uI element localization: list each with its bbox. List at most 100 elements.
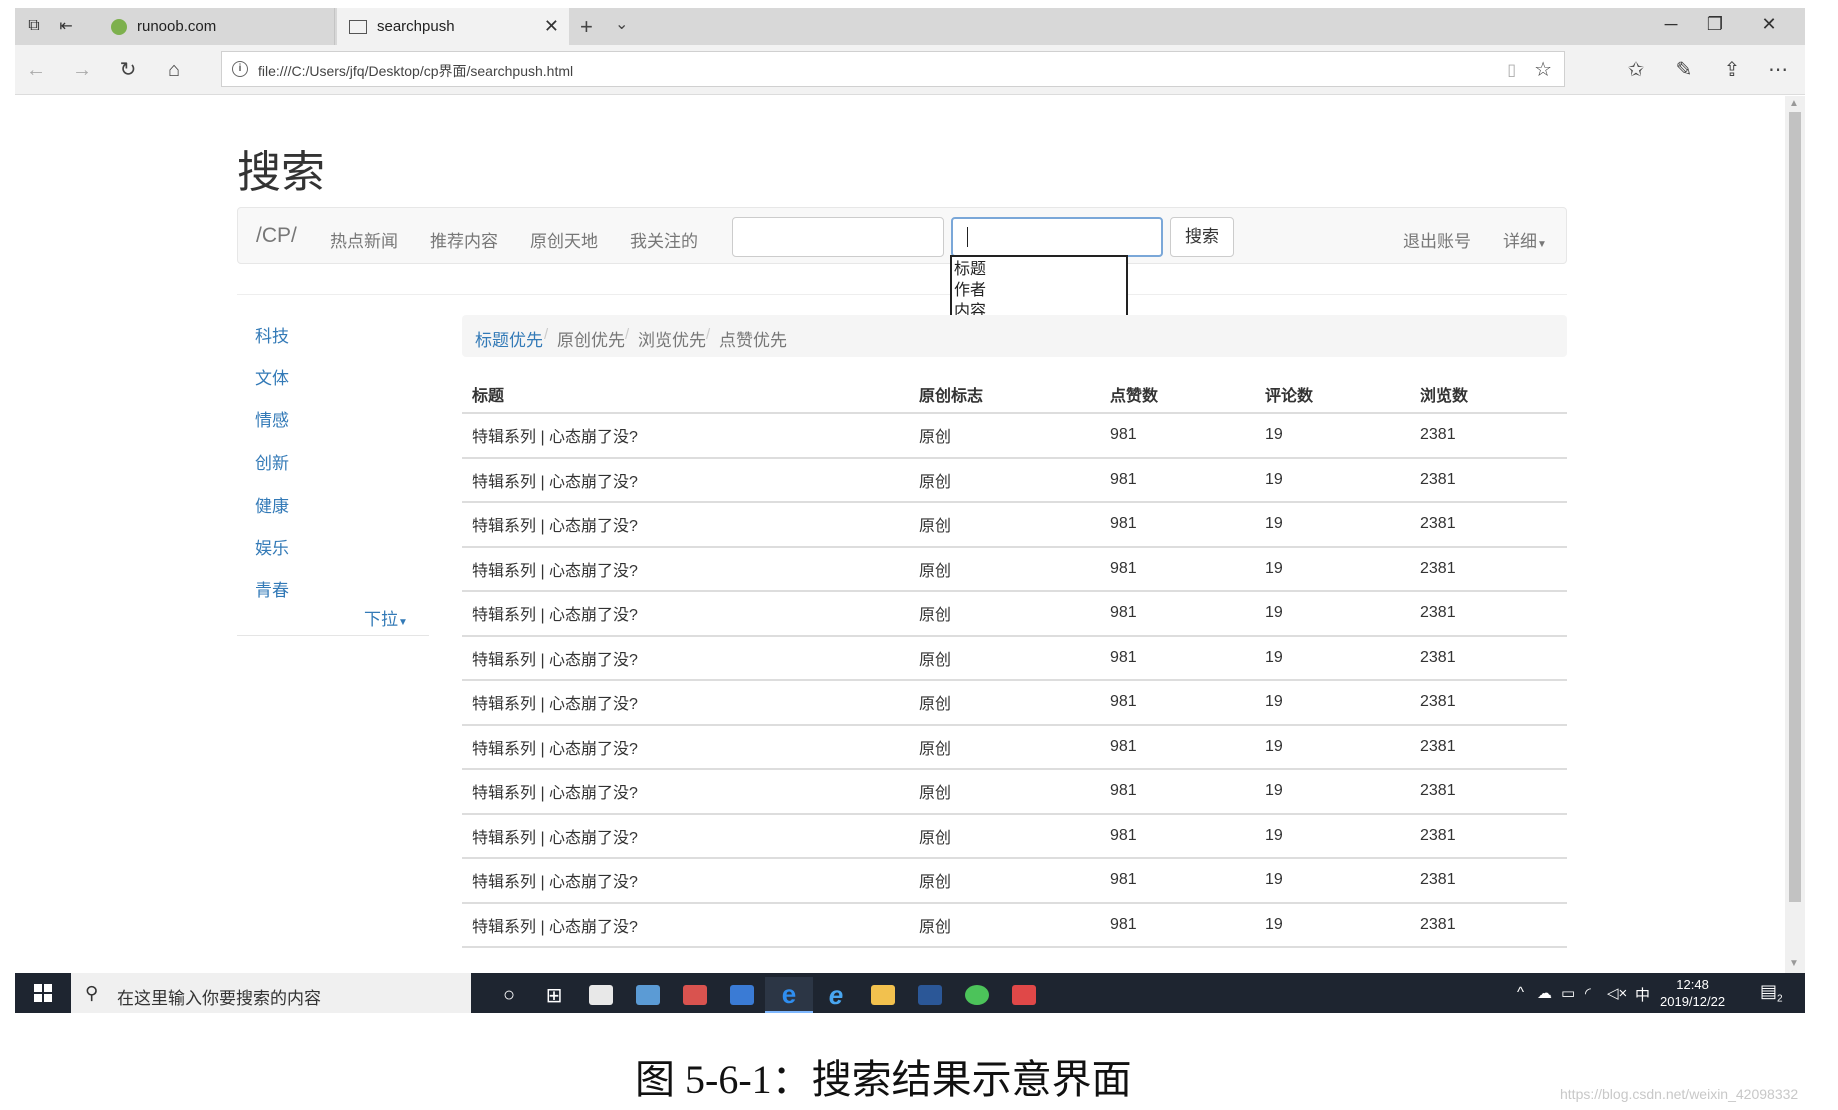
table-row[interactable]: 特辑系列 | 心态崩了没? 原创 981 19 2381 xyxy=(462,635,1567,681)
category-sports[interactable]: 文体 xyxy=(255,364,289,389)
maximize-icon[interactable]: ❐ xyxy=(1695,14,1735,35)
table-row[interactable]: 特辑系列 | 心态崩了没? 原创 981 19 2381 xyxy=(462,813,1567,859)
tab-preview-icon[interactable]: ⧉ xyxy=(23,15,45,37)
home-icon[interactable]: ⌂ xyxy=(161,57,187,83)
table-cell: 2381 xyxy=(1410,457,1567,503)
refresh-icon[interactable]: ↻ xyxy=(115,57,141,83)
word-icon[interactable] xyxy=(906,977,954,1013)
favorites-icon[interactable]: ✩ xyxy=(1623,57,1649,83)
table-row[interactable]: 特辑系列 | 心态崩了没? 原创 981 19 2381 xyxy=(462,769,1567,815)
nav-link-recommended[interactable]: 推荐内容 xyxy=(430,227,498,252)
new-tab-icon[interactable]: + xyxy=(580,14,593,40)
table-cell: 19 xyxy=(1255,591,1410,637)
tab-runoob[interactable]: runoob.com xyxy=(97,8,335,45)
nav-link-hot-news[interactable]: 热点新闻 xyxy=(330,227,398,252)
wechat-icon[interactable] xyxy=(953,977,1001,1013)
table-cell: 特辑系列 | 心态崩了没? xyxy=(462,902,909,948)
table-cell: 原创 xyxy=(909,591,1100,637)
taskbar-clock[interactable]: 12:48 2019/12/22 xyxy=(1660,976,1725,1010)
table-row[interactable]: 特辑系列 | 心态崩了没? 原创 981 19 2381 xyxy=(462,591,1567,637)
sort-title-first[interactable]: 标题优先 xyxy=(475,326,543,351)
close-window-icon[interactable]: ✕ xyxy=(1749,14,1789,35)
set-aside-tabs-icon[interactable]: ⇤ xyxy=(55,15,77,37)
onedrive-icon[interactable]: ☁ xyxy=(1537,984,1552,1002)
close-tab-icon[interactable]: ✕ xyxy=(544,16,559,37)
app-icon[interactable] xyxy=(1000,977,1048,1013)
category-health[interactable]: 健康 xyxy=(255,492,289,517)
category-tech[interactable]: 科技 xyxy=(255,322,289,347)
wifi-icon[interactable]: ◜ xyxy=(1585,984,1591,1002)
more-icon[interactable]: ⋯ xyxy=(1765,57,1791,83)
tab-bar: ⧉ ⇤ runoob.com searchpush ✕ + ⌄ ─ ❐ ✕ xyxy=(15,8,1805,45)
table-cell: 2381 xyxy=(1410,680,1567,726)
clock-date: 2019/12/22 xyxy=(1660,994,1726,1009)
volume-icon[interactable]: ◁× xyxy=(1607,984,1627,1002)
taskbar-search-box[interactable]: ⚲ 在这里输入你要搜索的内容 xyxy=(71,973,471,1013)
dropdown-option-title[interactable]: 标题 xyxy=(954,259,1124,280)
scroll-up-icon[interactable]: ▲ xyxy=(1789,98,1799,109)
table-cell: 2381 xyxy=(1410,724,1567,770)
windows-logo-icon xyxy=(34,984,52,1002)
table-cell: 2381 xyxy=(1410,591,1567,637)
table-cell: 19 xyxy=(1255,635,1410,681)
search-input[interactable] xyxy=(732,217,944,257)
table-row[interactable]: 特辑系列 | 心态崩了没? 原创 981 19 2381 xyxy=(462,902,1567,948)
table-row[interactable]: 特辑系列 | 心态崩了没? 原创 981 19 2381 xyxy=(462,858,1567,904)
battery-icon[interactable]: ▭ xyxy=(1561,984,1575,1002)
table-row[interactable]: 特辑系列 | 心态崩了没? 原创 981 19 2381 xyxy=(462,413,1567,459)
favorite-star-icon[interactable]: ☆ xyxy=(1534,57,1552,82)
show-hidden-icons-icon[interactable]: ^ xyxy=(1517,984,1524,1001)
address-bar[interactable]: i file:///C:/Users/jfq/Desktop/cp界面/sear… xyxy=(221,51,1565,87)
table-row[interactable]: 特辑系列 | 心态崩了没? 原创 981 19 2381 xyxy=(462,502,1567,548)
sort-original-first[interactable]: 原创优先 xyxy=(557,326,625,351)
app-icon[interactable] xyxy=(671,977,719,1013)
detail-dropdown[interactable]: 详细▼ xyxy=(1503,227,1547,252)
category-innovation[interactable]: 创新 xyxy=(255,449,289,474)
start-button[interactable] xyxy=(15,973,71,1013)
chevron-down-icon[interactable]: ⌄ xyxy=(615,14,628,34)
navigation-bar: ← → ↻ ⌂ i file:///C:/Users/jfq/Desktop/c… xyxy=(15,45,1805,95)
task-view-icon[interactable]: ⊞ xyxy=(530,977,578,1013)
dropdown-option-author[interactable]: 作者 xyxy=(954,280,1124,301)
table-row[interactable]: 特辑系列 | 心态崩了没? 原创 981 19 2381 xyxy=(462,680,1567,726)
scrollbar-thumb[interactable] xyxy=(1789,112,1801,902)
more-dropdown[interactable]: 下拉▼ xyxy=(364,605,408,630)
search-button[interactable]: 搜索 xyxy=(1170,217,1234,257)
tab-label: runoob.com xyxy=(137,18,217,35)
table-row[interactable]: 特辑系列 | 心态崩了没? 原创 981 19 2381 xyxy=(462,546,1567,592)
notification-center-icon[interactable]: ▤2 xyxy=(1760,981,1783,1005)
info-icon[interactable]: i xyxy=(232,61,248,77)
pen-icon[interactable]: ✎ xyxy=(1671,57,1697,83)
logout-link[interactable]: 退出账号 xyxy=(1403,227,1471,252)
category-emotion[interactable]: 情感 xyxy=(255,406,289,431)
category-youth[interactable]: 青春 xyxy=(255,576,289,601)
sort-views-first[interactable]: 浏览优先 xyxy=(638,326,706,351)
ie-icon[interactable]: e xyxy=(812,977,860,1013)
scroll-down-icon[interactable]: ▼ xyxy=(1789,958,1799,969)
category-entertainment[interactable]: 娱乐 xyxy=(255,534,289,559)
table-cell: 19 xyxy=(1255,813,1410,859)
tab-searchpush[interactable]: searchpush ✕ xyxy=(337,8,569,45)
sort-likes-first[interactable]: 点赞优先 xyxy=(719,326,787,351)
reading-view-icon[interactable]: ▯ xyxy=(1507,60,1516,80)
app-icon[interactable] xyxy=(718,977,766,1013)
table-row[interactable]: 特辑系列 | 心态崩了没? 原创 981 19 2381 xyxy=(462,457,1567,503)
nav-link-following[interactable]: 我关注的 xyxy=(630,227,698,252)
store-icon[interactable] xyxy=(577,977,625,1013)
minimize-icon[interactable]: ─ xyxy=(1651,14,1691,35)
forward-icon[interactable]: → xyxy=(69,57,95,83)
nav-link-original[interactable]: 原创天地 xyxy=(530,227,598,252)
navbar-brand[interactable]: /CP/ xyxy=(256,224,297,248)
page-scrollbar[interactable]: ▲ ▼ xyxy=(1785,96,1805,973)
search-type-input[interactable] xyxy=(951,217,1163,257)
table-cell: 原创 xyxy=(909,413,1100,459)
cortana-icon[interactable]: ○ xyxy=(485,977,533,1013)
app-icon[interactable] xyxy=(624,977,672,1013)
file-explorer-icon[interactable] xyxy=(859,977,907,1013)
back-icon[interactable]: ← xyxy=(23,57,49,83)
ime-indicator[interactable]: 中 xyxy=(1635,984,1650,1005)
share-icon[interactable]: ⇪ xyxy=(1719,57,1745,83)
table-row[interactable]: 特辑系列 | 心态崩了没? 原创 981 19 2381 xyxy=(462,724,1567,770)
edge-icon[interactable]: e xyxy=(765,977,813,1013)
table-cell: 特辑系列 | 心态崩了没? xyxy=(462,591,909,637)
